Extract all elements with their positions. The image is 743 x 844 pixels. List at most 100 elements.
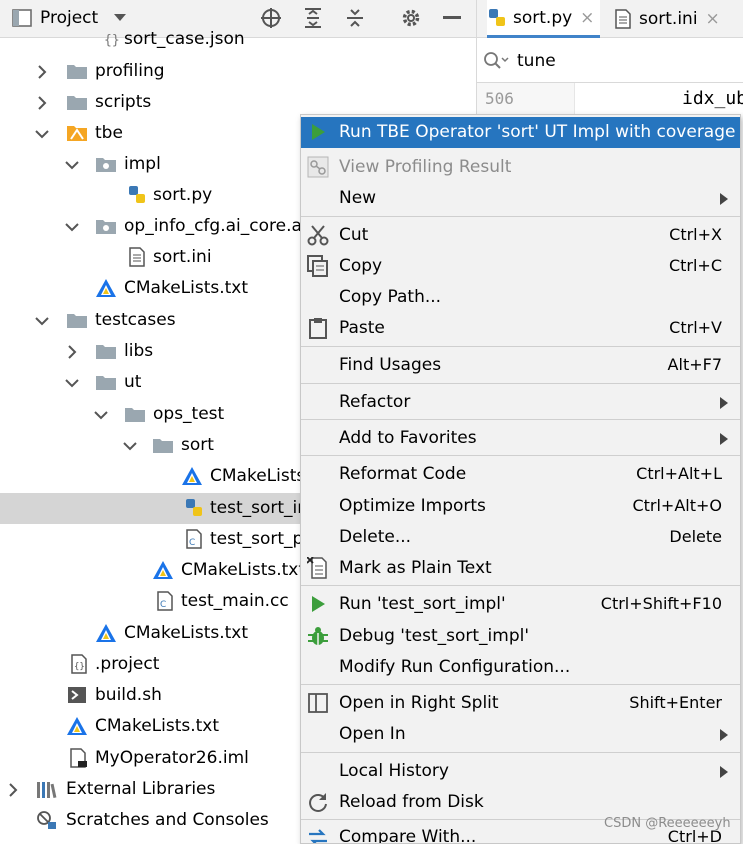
menu-separator — [301, 455, 740, 456]
menu-item-label: Compare With... — [339, 827, 477, 844]
code-text[interactable]: idx_ub — [682, 88, 743, 109]
folder-icon — [95, 371, 117, 393]
close-icon[interactable]: × — [580, 8, 594, 28]
tree-item-label: sort.ini — [153, 247, 212, 267]
tree-item-label: sort_case.json — [124, 29, 245, 49]
run-icon — [307, 593, 329, 615]
tree-row[interactable]: {} sort_case.json — [0, 24, 476, 55]
menu-item-mark-plain-text[interactable]: Mark as Plain Text — [301, 553, 740, 584]
shortcut-label: Ctrl+V — [669, 318, 722, 337]
tree-item-label: test_main.cc — [181, 591, 289, 611]
menu-item-add-to-favorites[interactable]: Add to Favorites — [301, 423, 740, 454]
chevron-right-icon[interactable] — [35, 64, 49, 79]
reload-icon — [307, 791, 329, 813]
tree-item-label: CMakeLists.txt — [181, 560, 306, 580]
submenu-arrow-icon — [720, 766, 728, 778]
tree-item-label: impl — [124, 154, 161, 174]
tree-item-label: op_info_cfg.ai_core.as — [124, 216, 311, 236]
menu-item-run[interactable]: Run 'test_sort_impl' Ctrl+Shift+F10 — [301, 589, 740, 620]
cpp-file-icon: C — [154, 590, 176, 612]
menu-item-label: Open in Right Split — [339, 693, 499, 713]
menu-item-cut[interactable]: Cut Ctrl+X — [301, 220, 740, 251]
tab-sort-py[interactable]: sort.py × — [487, 0, 601, 38]
menu-separator — [301, 752, 740, 753]
cmake-icon — [152, 559, 174, 581]
folder-icon — [124, 403, 146, 425]
tree-item-label: testcases — [95, 310, 176, 330]
json-file-icon: {} — [101, 28, 123, 50]
menu-item-paste[interactable]: Paste Ctrl+V — [301, 313, 740, 344]
chevron-down-icon[interactable] — [35, 313, 49, 327]
menu-item-open-right-split[interactable]: Open in Right Split Shift+Enter — [301, 688, 740, 719]
chevron-down-icon[interactable] — [65, 219, 79, 233]
tree-item-label: .project — [95, 654, 160, 674]
menu-item-modify-run-config[interactable]: Modify Run Configuration... — [301, 652, 740, 683]
python-file-icon — [126, 184, 148, 206]
menu-item-label: Copy — [339, 256, 383, 276]
menu-item-copy-path[interactable]: Copy Path... — [301, 282, 740, 313]
tab-sort-ini[interactable]: sort.ini × — [615, 0, 720, 38]
tree-item-label: libs — [124, 341, 154, 361]
tree-item-label: CMakeLists — [210, 466, 306, 486]
folder-icon — [66, 91, 88, 113]
menu-item-label: Reformat Code — [339, 464, 467, 484]
search-icon — [483, 51, 511, 76]
menu-item-copy[interactable]: Copy Ctrl+C — [301, 251, 740, 282]
chevron-down-icon[interactable] — [123, 438, 137, 452]
menu-item-run-coverage[interactable]: Run TBE Operator 'sort' UT Impl with cov… — [301, 117, 740, 148]
chevron-right-icon[interactable] — [65, 344, 79, 359]
cmake-icon — [95, 622, 117, 644]
shortcut-label: Ctrl+Alt+L — [636, 464, 722, 483]
tbe-folder-icon — [66, 122, 88, 144]
menu-item-local-history[interactable]: Local History — [301, 756, 740, 787]
menu-item-label: Cut — [339, 225, 369, 245]
shortcut-label: Delete — [669, 527, 722, 546]
chevron-down-icon[interactable] — [65, 375, 79, 389]
chevron-right-icon[interactable] — [6, 782, 20, 797]
tree-item-label: CMakeLists.txt — [95, 716, 220, 736]
menu-item-label: Run TBE Operator 'sort' UT Impl with cov… — [339, 122, 736, 142]
debug-bug-icon — [307, 625, 329, 647]
python-file-icon — [183, 497, 205, 519]
menu-separator — [301, 684, 740, 685]
menu-item-reload-from-disk[interactable]: Reload from Disk — [301, 787, 740, 818]
text-file-icon — [126, 246, 148, 268]
chevron-right-icon[interactable] — [35, 95, 49, 110]
menu-item-reformat-code[interactable]: Reformat Code Ctrl+Alt+L — [301, 459, 740, 490]
chevron-down-icon[interactable] — [94, 407, 108, 421]
menu-item-view-profiling[interactable]: View Profiling Result — [301, 152, 740, 183]
tree-item-label: test_sort_in — [210, 498, 309, 518]
svg-text:{}: {} — [74, 662, 85, 672]
shortcut-label: Ctrl+Shift+F10 — [600, 594, 722, 613]
menu-item-delete[interactable]: Delete... Delete — [301, 522, 740, 553]
menu-item-label: Open In — [339, 724, 406, 744]
menu-item-optimize-imports[interactable]: Optimize Imports Ctrl+Alt+O — [301, 491, 740, 522]
copy-icon — [307, 255, 329, 277]
chevron-down-icon[interactable] — [65, 157, 79, 171]
menu-separator — [301, 383, 740, 384]
tree-row[interactable]: profiling — [0, 56, 476, 87]
menu-item-debug[interactable]: Debug 'test_sort_impl' — [301, 621, 740, 652]
tree-item-label: profiling — [95, 61, 165, 81]
close-icon[interactable]: × — [706, 9, 720, 29]
menu-item-label: Reload from Disk — [339, 792, 484, 812]
folder-icon — [66, 60, 88, 82]
tree-item-label: scripts — [95, 92, 152, 112]
menu-item-new[interactable]: New — [301, 183, 740, 214]
menu-item-label: Modify Run Configuration... — [339, 657, 571, 677]
menu-item-label: Copy Path... — [339, 287, 442, 307]
submenu-arrow-icon — [720, 729, 728, 741]
editor-tabs: sort.py × sort.ini × — [477, 0, 743, 38]
shortcut-label: Ctrl+X — [669, 225, 722, 244]
search-bar[interactable]: tune — [477, 38, 743, 83]
split-icon — [307, 692, 329, 714]
menu-item-label: Refactor — [339, 392, 411, 412]
chevron-down-icon[interactable] — [35, 126, 49, 140]
menu-item-open-in[interactable]: Open In — [301, 719, 740, 750]
menu-item-label: Local History — [339, 761, 449, 781]
menu-item-label: Delete... — [339, 527, 412, 547]
menu-item-refactor[interactable]: Refactor — [301, 387, 740, 418]
menu-item-find-usages[interactable]: Find Usages Alt+F7 — [301, 350, 740, 381]
tree-item-label: sort — [181, 435, 214, 455]
search-input[interactable]: tune — [517, 49, 556, 73]
